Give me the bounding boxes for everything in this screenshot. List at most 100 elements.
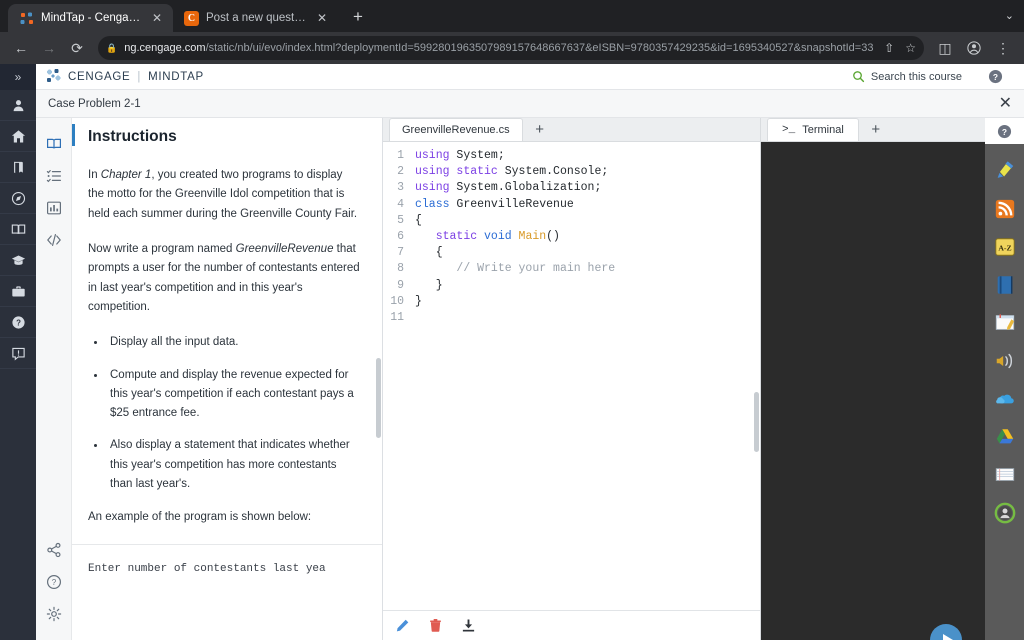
close-icon[interactable]: ✕ — [149, 10, 165, 26]
code-line[interactable]: using System.Globalization; — [415, 180, 760, 196]
rss-feed-icon — [995, 199, 1014, 219]
rail-item-share[interactable] — [36, 534, 72, 566]
address-bar-url: ng.cengage.com/static/nb/ui/evo/index.ht… — [124, 42, 873, 54]
bar-chart-icon — [46, 201, 61, 215]
svg-text:?: ? — [16, 318, 21, 327]
chegg-icon: C — [184, 10, 199, 26]
nav-home-icon[interactable] — [0, 121, 36, 152]
instructions-example-intro: An example of the program is shown below… — [88, 511, 312, 524]
tool-read-aloud[interactable] — [985, 342, 1024, 380]
browser-extensions: ◫ ⋮ — [932, 35, 1016, 61]
rail-item-checklist[interactable] — [36, 160, 72, 192]
code-editor-panel: GreenvilleRevenue.cs + 1 2 3 4 5 6 7 8 9 10 11 usi… — [383, 118, 760, 640]
tool-rss[interactable] — [985, 190, 1024, 228]
close-icon[interactable]: ✕ — [314, 10, 330, 26]
edit-pencil-icon[interactable] — [395, 618, 410, 633]
terminal-tab[interactable]: >_ Terminal — [767, 118, 859, 141]
tool-flashcards[interactable] — [985, 456, 1024, 494]
code-area[interactable]: 1 2 3 4 5 6 7 8 9 10 11 using System; using static … — [383, 142, 760, 610]
close-assignment-button[interactable]: ✕ — [999, 95, 1012, 112]
add-terminal-button[interactable]: + — [859, 118, 893, 141]
reload-button[interactable]: ⟳ — [64, 35, 90, 61]
search-course-button[interactable]: Search this course — [852, 70, 976, 83]
window-menu-icon[interactable]: ⌄ — [1005, 9, 1014, 22]
tool-book[interactable] — [985, 266, 1024, 304]
terminal-output[interactable] — [761, 142, 985, 640]
rail-item-settings[interactable] — [36, 598, 72, 630]
list-item: Compute and display the revenue expected… — [106, 366, 360, 424]
dictionary-az-icon: A-Z — [994, 238, 1015, 256]
nav-graduation-cap-icon[interactable] — [0, 245, 36, 276]
nav-briefcase-icon[interactable] — [0, 276, 36, 307]
code-line[interactable]: static void Main() — [415, 229, 760, 245]
run-button[interactable] — [930, 624, 962, 640]
new-tab-button[interactable]: + — [344, 2, 372, 30]
instructions-header: Instructions — [72, 118, 382, 150]
code-line[interactable]: } — [415, 278, 760, 294]
forward-button[interactable]: → — [36, 35, 62, 61]
add-file-button[interactable]: + — [523, 118, 557, 141]
download-icon[interactable] — [461, 618, 476, 633]
tool-onedrive[interactable] — [985, 380, 1024, 418]
rail-item-instructions[interactable] — [36, 128, 72, 160]
address-bar[interactable]: 🔒 ng.cengage.com/static/nb/ui/evo/index.… — [98, 36, 924, 60]
page-title: Instructions — [88, 128, 177, 145]
browser-menu-icon[interactable]: ⋮ — [990, 35, 1016, 61]
instructions-bullet-list: Display all the input data. Compute and … — [106, 333, 360, 494]
browser-tabstrip: MindTap - Cengage Learning ✕ C Post a ne… — [0, 0, 1024, 32]
profile-avatar-icon[interactable] — [961, 35, 987, 61]
code-line[interactable]: class GreenvilleRevenue — [415, 197, 760, 213]
header-help-button[interactable]: ? — [976, 64, 1014, 90]
url-path: /static/nb/ui/evo/index.html?deploymentI… — [205, 42, 874, 54]
editor-scrollbar[interactable] — [754, 392, 759, 452]
notes-icon — [995, 314, 1014, 330]
code-line[interactable]: // Write your main here — [415, 261, 760, 277]
flashcards-icon — [995, 468, 1014, 481]
nav-profile-icon[interactable] — [0, 90, 36, 121]
code-line[interactable]: { — [415, 245, 760, 261]
line-number: 8 — [397, 262, 404, 276]
tool-highlighter[interactable] — [985, 152, 1024, 190]
code-line[interactable]: using System; — [415, 148, 760, 164]
bookmark-star-icon[interactable]: ☆ — [901, 41, 916, 55]
line-number: 10 — [390, 294, 404, 308]
nav-question-circle-icon[interactable]: ? — [0, 307, 36, 338]
tools-rail: ? A-Z — [985, 118, 1024, 640]
instructions-scrollbar[interactable] — [376, 358, 381, 438]
tools-help-button[interactable]: ? — [985, 118, 1024, 144]
nav-book-icon[interactable] — [0, 152, 36, 183]
browser-toolbar: ← → ⟳ 🔒 ng.cengage.com/static/nb/ui/evo/… — [0, 32, 1024, 64]
rail-item-progress[interactable] — [36, 192, 72, 224]
rail-item-code[interactable] — [36, 224, 72, 256]
browser-tab-mindtap[interactable]: MindTap - Cengage Learning ✕ — [8, 4, 173, 32]
code-line[interactable]: } — [415, 294, 760, 310]
rail-item-help[interactable]: ? — [36, 566, 72, 598]
delete-trash-icon[interactable] — [428, 618, 443, 633]
application-area: » ? CENGAGE | MINDTAP Search this course… — [0, 64, 1024, 640]
cengage-brand[interactable]: CENGAGE | MINDTAP — [46, 69, 204, 84]
help-circle-icon: ? — [997, 124, 1012, 138]
code-line[interactable]: { — [415, 213, 760, 229]
back-button[interactable]: ← — [8, 35, 34, 61]
nav-feedback-icon[interactable] — [0, 338, 36, 369]
tool-notes[interactable] — [985, 304, 1024, 342]
terminal-tabbar: >_ Terminal + — [761, 118, 985, 142]
brand-separator: | — [137, 70, 142, 83]
nav-open-book-icon[interactable] — [0, 214, 36, 245]
global-nav-rail: » ? — [0, 64, 36, 640]
code-text[interactable]: using System; using static System.Console… — [409, 148, 760, 610]
split-view-icon[interactable]: ◫ — [932, 35, 958, 61]
share-icon — [46, 542, 61, 558]
rail-expand-button[interactable]: » — [0, 64, 36, 90]
assignment-title: Case Problem 2-1 — [48, 97, 141, 110]
tool-google-drive[interactable] — [985, 418, 1024, 456]
nav-compass-icon[interactable] — [0, 183, 36, 214]
share-icon[interactable]: ⇧ — [880, 41, 894, 55]
browser-tab-chegg[interactable]: C Post a new question ✕ — [173, 4, 338, 32]
editor-tab-greenvillerevenue[interactable]: GreenvilleRevenue.cs — [389, 118, 523, 141]
tool-avatar[interactable] — [985, 494, 1024, 532]
code-line[interactable]: using static System.Console; — [415, 164, 760, 180]
brand-primary: CENGAGE — [68, 70, 131, 83]
tool-dictionary[interactable]: A-Z — [985, 228, 1024, 266]
example-output-block: Enter number of contestants last yea — [72, 543, 382, 578]
